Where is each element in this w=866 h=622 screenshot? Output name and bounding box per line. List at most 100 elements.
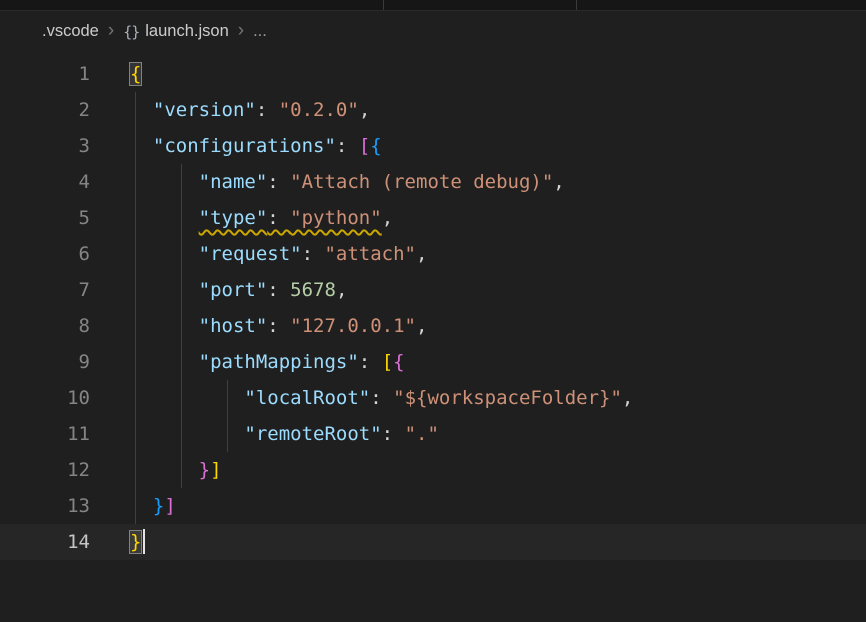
line-number[interactable]: 4	[0, 164, 90, 200]
tab-separator	[576, 0, 577, 10]
code-token	[130, 351, 199, 373]
code-token: {	[393, 351, 404, 373]
breadcrumb-item-file[interactable]: {} launch.json	[123, 22, 229, 41]
code-token	[130, 387, 244, 409]
code-line[interactable]: 11 "remoteRoot": "."	[0, 416, 866, 452]
vscode-editor-pane: .vscode › {} launch.json › ... 1{2 "vers…	[0, 0, 866, 622]
line-number[interactable]: 3	[0, 128, 90, 164]
line-number[interactable]: 8	[0, 308, 90, 344]
editor-tab-bar[interactable]	[0, 0, 866, 11]
code-text: "pathMappings": [{	[90, 344, 405, 380]
code-token: ,	[359, 99, 370, 121]
text-cursor	[143, 529, 145, 554]
code-token: :	[336, 135, 359, 157]
breadcrumb: .vscode › {} launch.json › ...	[0, 11, 866, 52]
code-text: "name": "Attach (remote debug)",	[90, 164, 565, 200]
code-line[interactable]: 13 }]	[0, 488, 866, 524]
code-token: "Attach (remote debug)"	[290, 171, 553, 193]
code-line[interactable]: 8 "host": "127.0.0.1",	[0, 308, 866, 344]
code-token: "remoteRoot"	[244, 423, 381, 445]
code-token: {	[370, 135, 381, 157]
line-number[interactable]: 5	[0, 200, 90, 236]
code-line[interactable]: 14}	[0, 524, 866, 560]
code-token: "${workspaceFolder}"	[393, 387, 622, 409]
code-token: "attach"	[324, 243, 416, 265]
warning-squiggle-token: "python"	[290, 207, 382, 229]
code-token: :	[370, 387, 393, 409]
tab-separator	[383, 0, 384, 10]
breadcrumb-item-symbol[interactable]: ...	[253, 22, 267, 41]
code-line[interactable]: 10 "localRoot": "${workspaceFolder}",	[0, 380, 866, 416]
code-token: ]	[210, 459, 221, 481]
code-token: [	[382, 351, 393, 373]
code-text: }]	[90, 488, 176, 524]
breadcrumb-item-folder[interactable]: .vscode	[42, 22, 99, 41]
code-text: "host": "127.0.0.1",	[90, 308, 427, 344]
line-number[interactable]: 1	[0, 56, 90, 92]
code-token: "name"	[199, 171, 268, 193]
code-line[interactable]: 4 "name": "Attach (remote debug)",	[0, 164, 866, 200]
breadcrumb-file-label: launch.json	[145, 22, 228, 41]
code-token: :	[267, 171, 290, 193]
code-text: {	[90, 56, 141, 92]
code-token	[130, 315, 199, 337]
code-token: "127.0.0.1"	[290, 315, 416, 337]
chevron-right-icon: ›	[108, 21, 114, 40]
code-token: :	[267, 315, 290, 337]
code-token: "."	[405, 423, 439, 445]
code-line[interactable]: 1{	[0, 56, 866, 92]
code-token: ,	[622, 387, 633, 409]
code-token	[130, 279, 199, 301]
code-token: 5678	[290, 279, 336, 301]
line-number[interactable]: 12	[0, 452, 90, 488]
code-token: ,	[382, 207, 393, 229]
code-line[interactable]: 12 }]	[0, 452, 866, 488]
code-token	[130, 423, 244, 445]
code-token: :	[359, 351, 382, 373]
line-number[interactable]: 10	[0, 380, 90, 416]
code-text: "version": "0.2.0",	[90, 92, 370, 128]
warning-squiggle-token: "type"	[199, 207, 268, 229]
code-token: "pathMappings"	[199, 351, 359, 373]
code-text: }]	[90, 452, 222, 488]
line-number[interactable]: 14	[0, 524, 90, 560]
code-token: :	[256, 99, 279, 121]
code-token: :	[267, 279, 290, 301]
line-number[interactable]: 6	[0, 236, 90, 272]
chevron-right-icon: ›	[238, 21, 244, 40]
code-token	[130, 207, 199, 229]
line-number[interactable]: 11	[0, 416, 90, 452]
code-token: "configurations"	[153, 135, 336, 157]
code-token: "request"	[199, 243, 302, 265]
code-token: }	[153, 495, 164, 517]
code-token: "host"	[199, 315, 268, 337]
code-editor[interactable]: 1{2 "version": "0.2.0",3 "configurations…	[0, 52, 866, 622]
code-text: "remoteRoot": "."	[90, 416, 439, 452]
code-token: "version"	[153, 99, 256, 121]
line-number[interactable]: 13	[0, 488, 90, 524]
code-line[interactable]: 5 "type": "python",	[0, 200, 866, 236]
code-token	[130, 99, 153, 121]
code-text: "localRoot": "${workspaceFolder}",	[90, 380, 633, 416]
code-token: ]	[164, 495, 175, 517]
code-token: {	[130, 63, 141, 85]
code-token: ,	[553, 171, 564, 193]
code-line[interactable]: 7 "port": 5678,	[0, 272, 866, 308]
code-text: "configurations": [{	[90, 128, 382, 164]
line-number[interactable]: 9	[0, 344, 90, 380]
code-text: }	[90, 524, 145, 560]
code-token: "localRoot"	[244, 387, 370, 409]
code-line[interactable]: 2 "version": "0.2.0",	[0, 92, 866, 128]
line-number[interactable]: 7	[0, 272, 90, 308]
code-token: [	[359, 135, 370, 157]
code-token: }	[130, 531, 141, 553]
code-token: :	[302, 243, 325, 265]
code-token: :	[382, 423, 405, 445]
code-line[interactable]: 3 "configurations": [{	[0, 128, 866, 164]
code-text: "type": "python",	[90, 200, 393, 236]
json-braces-icon: {}	[123, 23, 139, 41]
line-number[interactable]: 2	[0, 92, 90, 128]
code-line[interactable]: 9 "pathMappings": [{	[0, 344, 866, 380]
code-token: "port"	[199, 279, 268, 301]
code-line[interactable]: 6 "request": "attach",	[0, 236, 866, 272]
